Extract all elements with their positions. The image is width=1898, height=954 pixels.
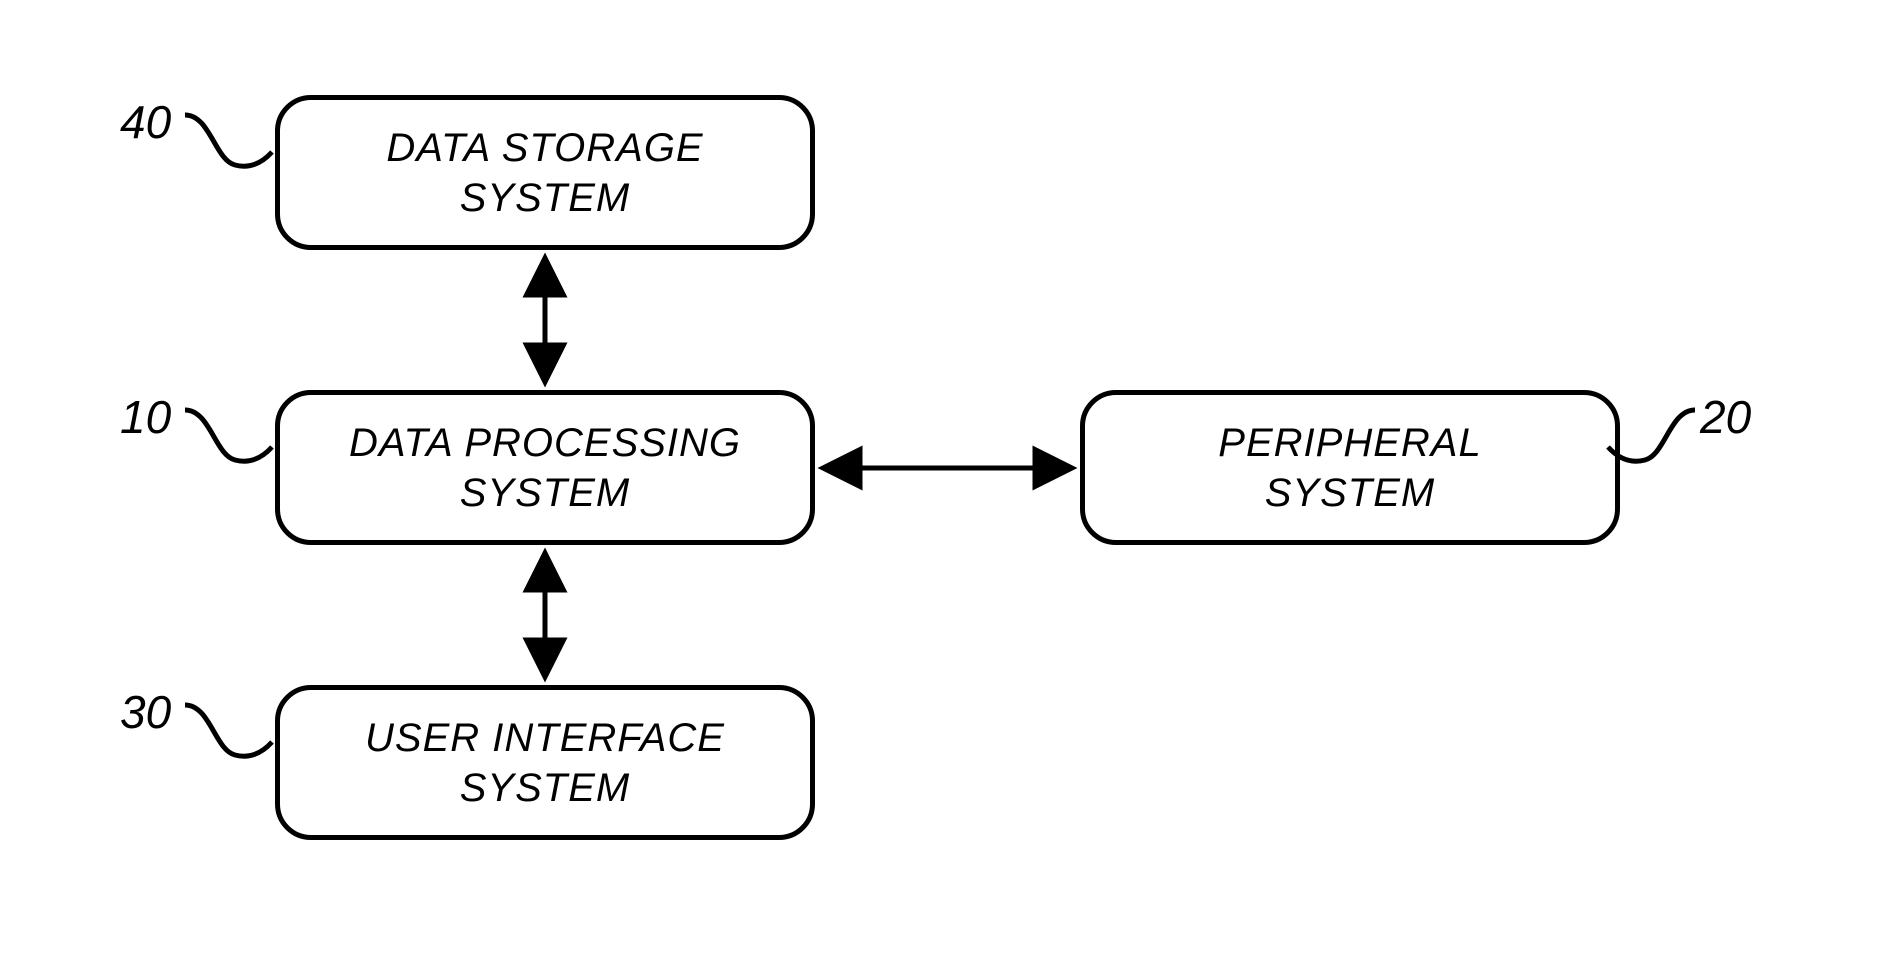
box-peripheral: PERIPHERALSYSTEM [1080,390,1620,545]
leader-40 [185,115,272,166]
leader-10 [185,410,272,461]
ref-10: 10 [120,390,171,444]
box-data-storage-label: DATA STORAGESYSTEM [386,123,703,223]
leader-20 [1608,410,1695,461]
box-data-storage: DATA STORAGESYSTEM [275,95,815,250]
box-user-interface-label: USER INTERFACESYSTEM [365,713,725,813]
diagram-canvas: 40 10 30 20 DATA STORAGESYSTEM DATA PROC… [0,0,1898,954]
leader-30 [185,705,272,756]
box-data-processing: DATA PROCESSINGSYSTEM [275,390,815,545]
box-peripheral-label: PERIPHERALSYSTEM [1218,418,1481,518]
box-data-processing-label: DATA PROCESSINGSYSTEM [349,418,741,518]
box-user-interface: USER INTERFACESYSTEM [275,685,815,840]
ref-30: 30 [120,685,171,739]
ref-40: 40 [120,95,171,149]
ref-20: 20 [1700,390,1751,444]
